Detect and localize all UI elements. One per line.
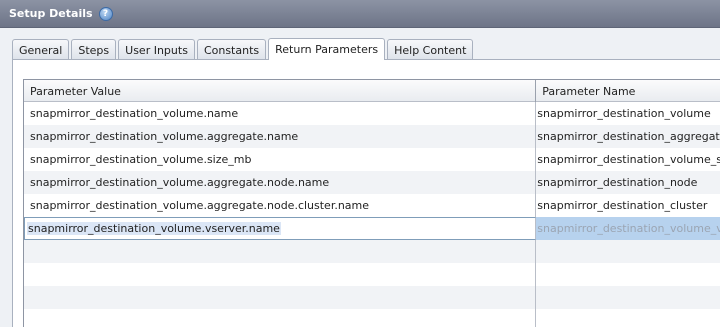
parameter-name-cell[interactable]: snapmirror_destination_volume_vserver bbox=[536, 217, 720, 240]
empty-row bbox=[24, 263, 720, 286]
empty-cell bbox=[536, 263, 720, 286]
tab-steps[interactable]: Steps bbox=[71, 39, 117, 60]
table-row[interactable]: snapmirror_destination_volume.name snapm… bbox=[24, 102, 720, 125]
table-header: Parameter Value Parameter Name bbox=[24, 80, 720, 102]
table-row[interactable]: snapmirror_destination_volume.aggregate.… bbox=[24, 125, 720, 148]
tab-help-content[interactable]: Help Content bbox=[387, 39, 474, 60]
empty-cell bbox=[536, 286, 720, 309]
parameter-name-cell[interactable]: snapmirror_destination_cluster bbox=[536, 194, 720, 217]
table-row[interactable]: snapmirror_destination_volume.aggregate.… bbox=[24, 194, 720, 217]
parameter-value-cell[interactable]: snapmirror_destination_volume.aggregate.… bbox=[24, 125, 537, 148]
window-title: Setup Details bbox=[9, 7, 93, 20]
table-row-editing[interactable]: snapmirror_destination_volume.vserver.na… bbox=[24, 217, 720, 240]
empty-cell bbox=[24, 263, 537, 286]
parameter-name-cell[interactable]: snapmirror_destination_aggregate bbox=[536, 125, 720, 148]
parameter-name-cell[interactable]: snapmirror_destination_volume_size_mb bbox=[536, 148, 720, 171]
parameter-value-input-text: snapmirror_destination_volume.vserver.na… bbox=[27, 222, 281, 235]
parameter-name-cell[interactable]: snapmirror_destination_node bbox=[536, 171, 720, 194]
empty-cell bbox=[536, 240, 720, 263]
tab-bar: General Steps User Inputs Constants Retu… bbox=[12, 38, 475, 60]
column-header-parameter-value[interactable]: Parameter Value bbox=[24, 80, 537, 102]
empty-row bbox=[24, 309, 720, 327]
empty-row bbox=[24, 240, 720, 263]
parameter-value-input[interactable]: snapmirror_destination_volume.vserver.na… bbox=[24, 217, 537, 240]
return-parameters-table: Parameter Value Parameter Name snapmirro… bbox=[23, 79, 720, 327]
parameter-value-cell[interactable]: snapmirror_destination_volume.aggregate.… bbox=[24, 194, 537, 217]
parameter-name-cell[interactable]: snapmirror_destination_volume bbox=[536, 102, 720, 125]
parameter-value-cell[interactable]: snapmirror_destination_volume.size_mb bbox=[24, 148, 537, 171]
empty-row bbox=[24, 286, 720, 309]
empty-cell bbox=[536, 309, 720, 327]
tab-user-inputs[interactable]: User Inputs bbox=[118, 39, 195, 60]
parameter-value-cell[interactable]: snapmirror_destination_volume.name bbox=[24, 102, 537, 125]
tab-constants[interactable]: Constants bbox=[196, 39, 267, 60]
tab-general[interactable]: General bbox=[12, 39, 70, 60]
table-row[interactable]: snapmirror_destination_volume.size_mb sn… bbox=[24, 148, 720, 171]
parameter-value-cell[interactable]: snapmirror_destination_volume.aggregate.… bbox=[24, 171, 537, 194]
empty-cell bbox=[24, 240, 537, 263]
help-icon[interactable]: ? bbox=[98, 6, 113, 21]
empty-cell bbox=[24, 309, 537, 327]
title-bar: Setup Details ? bbox=[0, 0, 720, 28]
tab-return-parameters[interactable]: Return Parameters bbox=[268, 38, 386, 60]
table-row[interactable]: snapmirror_destination_volume.aggregate.… bbox=[24, 171, 720, 194]
column-header-parameter-name[interactable]: Parameter Name bbox=[536, 80, 720, 102]
empty-cell bbox=[24, 286, 537, 309]
